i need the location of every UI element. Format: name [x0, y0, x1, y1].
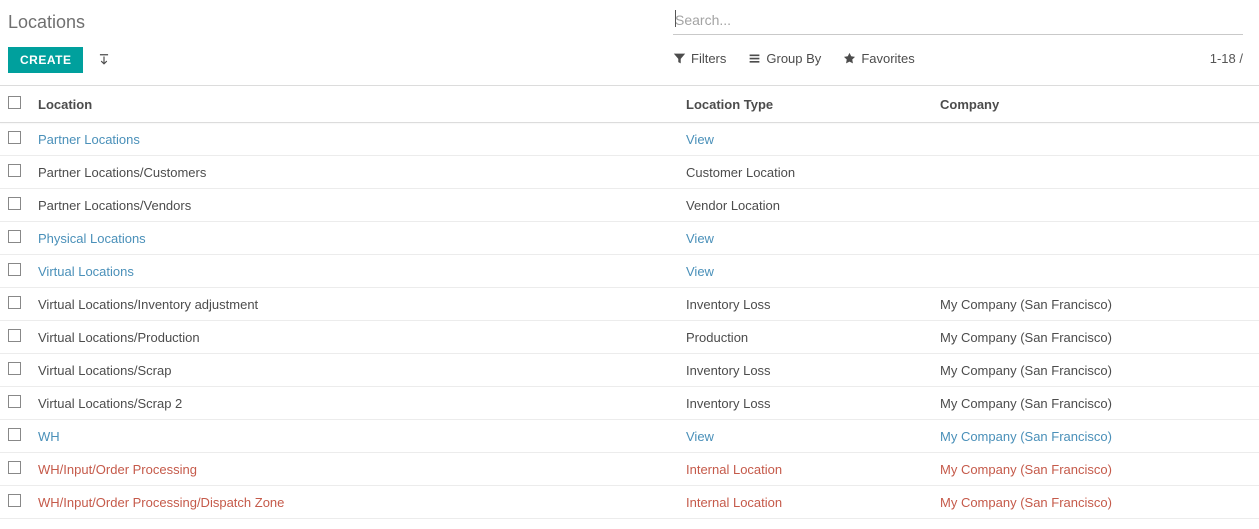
cell-location: Partner Locations — [30, 123, 678, 156]
row-checkbox[interactable] — [8, 164, 21, 177]
cell-location: Virtual Locations/Scrap — [30, 354, 678, 387]
cell-company: My Company (San Francisco) — [932, 453, 1259, 486]
cell-company: My Company (San Francisco) — [932, 354, 1259, 387]
pager[interactable]: 1-18 / — [1210, 51, 1243, 66]
cell-type: Internal Location — [678, 453, 932, 486]
cell-type: Inventory Loss — [678, 387, 932, 420]
table-row[interactable]: Physical LocationsView — [0, 222, 1259, 255]
funnel-icon — [673, 52, 686, 65]
cell-company: My Company (San Francisco) — [932, 387, 1259, 420]
cell-company — [932, 156, 1259, 189]
page-title: Locations — [8, 12, 673, 33]
cell-type: Inventory Loss — [678, 354, 932, 387]
table-row[interactable]: WH/Input/Order Processing/Dispatch ZoneI… — [0, 486, 1259, 519]
text-cursor — [675, 10, 676, 27]
star-icon — [843, 52, 856, 65]
cell-type: Vendor Location — [678, 189, 932, 222]
table-row[interactable]: Virtual Locations/Scrap 2Inventory LossM… — [0, 387, 1259, 420]
row-checkbox[interactable] — [8, 197, 21, 210]
row-checkbox[interactable] — [8, 494, 21, 507]
cell-location: Partner Locations/Vendors — [30, 189, 678, 222]
cell-location: WH/Input/Order Processing/Dispatch Zone — [30, 486, 678, 519]
filters-dropdown[interactable]: Filters — [673, 51, 726, 66]
cell-company — [932, 222, 1259, 255]
cell-type: View — [678, 222, 932, 255]
locations-table: Location Location Type Company Partner L… — [0, 85, 1259, 519]
row-checkbox[interactable] — [8, 296, 21, 309]
table-row[interactable]: Virtual Locations/Inventory adjustmentIn… — [0, 288, 1259, 321]
cell-company — [932, 189, 1259, 222]
header-company[interactable]: Company — [932, 86, 1259, 123]
header-type[interactable]: Location Type — [678, 86, 932, 123]
row-checkbox[interactable] — [8, 461, 21, 474]
header-location[interactable]: Location — [30, 86, 678, 123]
cell-type: View — [678, 255, 932, 288]
table-header-row: Location Location Type Company — [0, 86, 1259, 123]
row-checkbox[interactable] — [8, 230, 21, 243]
cell-type: Internal Location — [678, 486, 932, 519]
cell-location: Virtual Locations/Scrap 2 — [30, 387, 678, 420]
favorites-label: Favorites — [861, 51, 914, 66]
list-icon — [748, 52, 761, 65]
groupby-label: Group By — [766, 51, 821, 66]
search-input[interactable] — [673, 8, 1243, 35]
row-checkbox[interactable] — [8, 395, 21, 408]
table-row[interactable]: WH/Input/Order ProcessingInternal Locati… — [0, 453, 1259, 486]
cell-location: Virtual Locations/Production — [30, 321, 678, 354]
cell-type: Production — [678, 321, 932, 354]
cell-company — [932, 123, 1259, 156]
row-checkbox[interactable] — [8, 329, 21, 342]
table-row[interactable]: Partner Locations/VendorsVendor Location — [0, 189, 1259, 222]
cell-company: My Company (San Francisco) — [932, 486, 1259, 519]
cell-type: View — [678, 123, 932, 156]
row-checkbox[interactable] — [8, 131, 21, 144]
table-row[interactable]: Partner Locations/CustomersCustomer Loca… — [0, 156, 1259, 189]
table-row[interactable]: Virtual Locations/ProductionProductionMy… — [0, 321, 1259, 354]
cell-company: My Company (San Francisco) — [932, 321, 1259, 354]
groupby-dropdown[interactable]: Group By — [748, 51, 821, 66]
row-checkbox[interactable] — [8, 428, 21, 441]
create-button[interactable]: CREATE — [8, 47, 83, 73]
cell-location: Partner Locations/Customers — [30, 156, 678, 189]
table-row[interactable]: Virtual LocationsView — [0, 255, 1259, 288]
table-row[interactable]: WHViewMy Company (San Francisco) — [0, 420, 1259, 453]
cell-location: WH — [30, 420, 678, 453]
filters-label: Filters — [691, 51, 726, 66]
table-row[interactable]: Virtual Locations/ScrapInventory LossMy … — [0, 354, 1259, 387]
cell-location: Virtual Locations — [30, 255, 678, 288]
cell-type: Inventory Loss — [678, 288, 932, 321]
cell-company: My Company (San Francisco) — [932, 420, 1259, 453]
cell-location: Physical Locations — [30, 222, 678, 255]
select-all-checkbox[interactable] — [8, 96, 21, 109]
cell-location: WH/Input/Order Processing — [30, 453, 678, 486]
table-row[interactable]: Partner LocationsView — [0, 123, 1259, 156]
cell-company — [932, 255, 1259, 288]
cell-location: Virtual Locations/Inventory adjustment — [30, 288, 678, 321]
cell-type: View — [678, 420, 932, 453]
row-checkbox[interactable] — [8, 263, 21, 276]
cell-company: My Company (San Francisco) — [932, 288, 1259, 321]
favorites-dropdown[interactable]: Favorites — [843, 51, 914, 66]
cell-type: Customer Location — [678, 156, 932, 189]
import-icon[interactable] — [97, 53, 111, 67]
row-checkbox[interactable] — [8, 362, 21, 375]
